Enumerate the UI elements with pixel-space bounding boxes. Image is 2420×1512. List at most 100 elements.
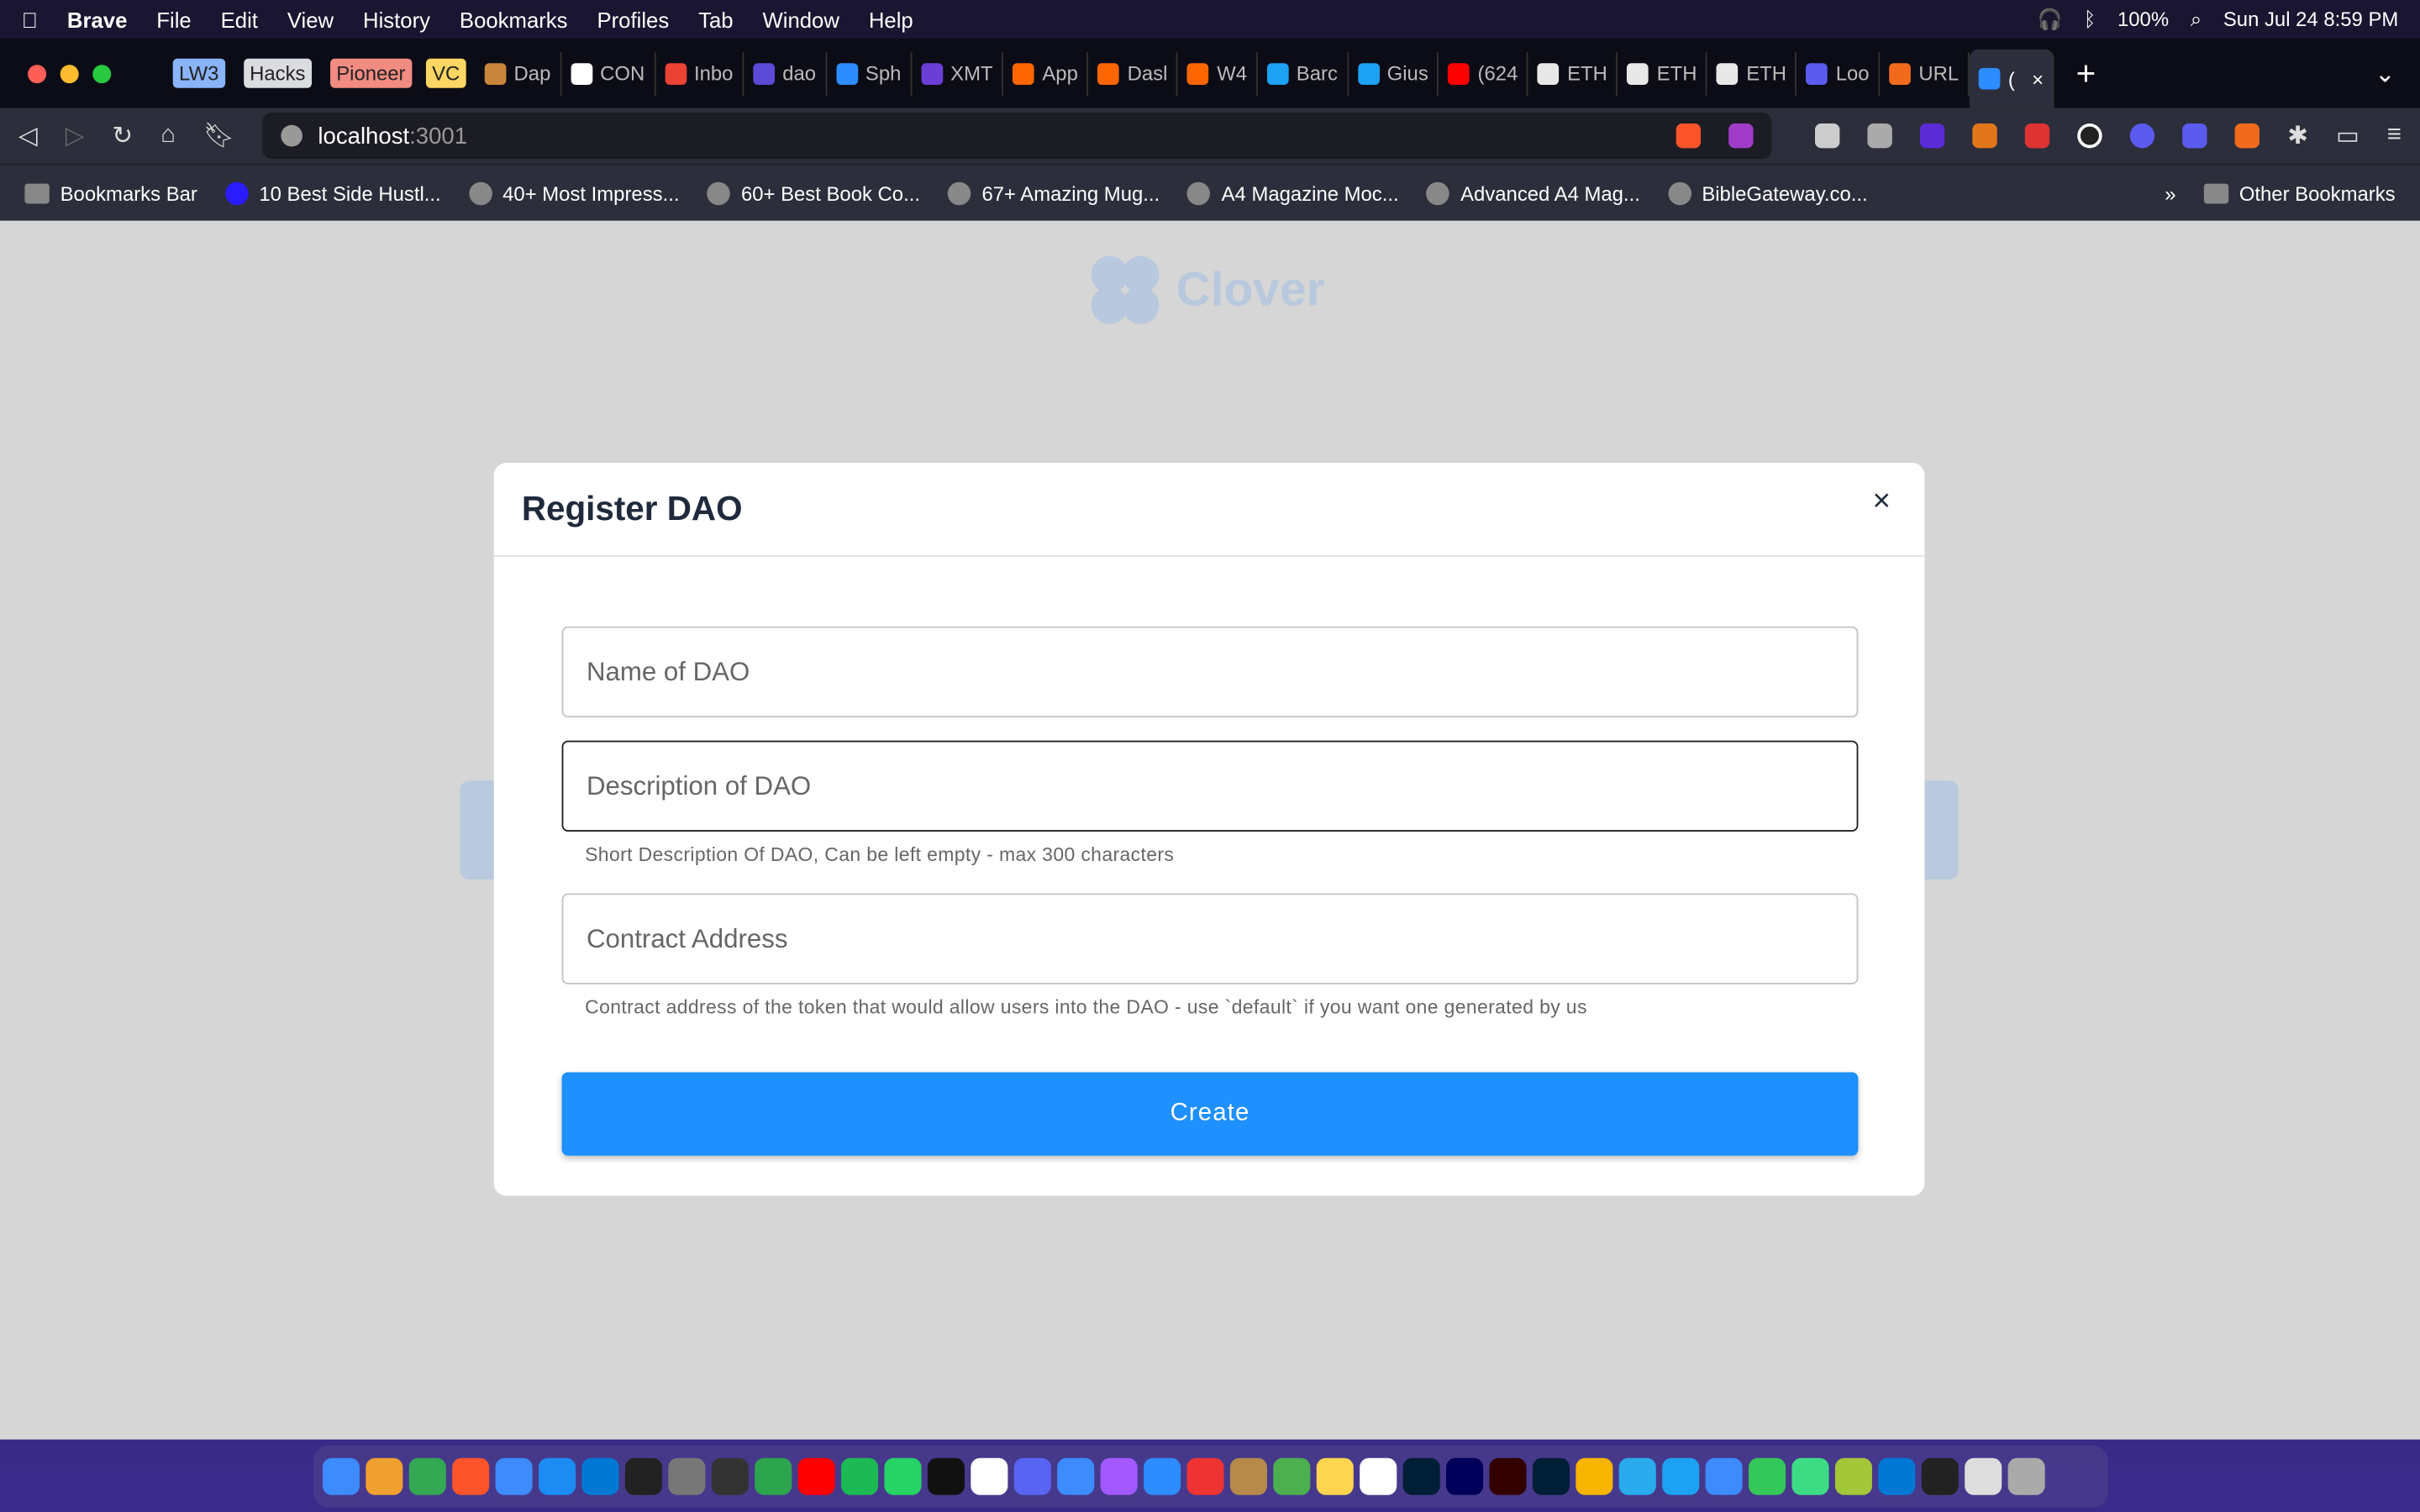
menu-bookmarks[interactable]: Bookmarks — [460, 7, 568, 31]
brave-rewards-icon[interactable] — [1728, 123, 1754, 149]
dao-name-input[interactable]: Name of DAO — [561, 626, 1859, 718]
apple-icon[interactable]:  — [22, 7, 38, 31]
tab-search-chevron-icon[interactable]: ⌄ — [2375, 58, 2396, 89]
dock-app-icon[interactable] — [884, 1457, 922, 1495]
other-bookmarks[interactable]: Other Bookmarks — [2203, 181, 2396, 204]
bluetooth-icon[interactable]: ᛒ — [2084, 8, 2096, 31]
dock-app-icon[interactable] — [581, 1457, 619, 1495]
bookmark-item[interactable]: BibleGateway.co... — [1667, 181, 1868, 205]
dock-app-icon[interactable] — [539, 1457, 576, 1495]
dock-app-icon[interactable] — [711, 1457, 749, 1495]
menu-profiles[interactable]: Profiles — [597, 7, 669, 31]
browser-tab[interactable]: W4 — [1178, 51, 1258, 95]
dock-app-icon[interactable] — [366, 1457, 403, 1495]
browser-tab[interactable]: Gius — [1349, 51, 1439, 95]
bookmark-item[interactable]: Bookmarks Bar — [24, 181, 197, 204]
dock-app-icon[interactable] — [1057, 1457, 1095, 1495]
browser-tab[interactable]: ETH — [1528, 51, 1618, 95]
browser-tab[interactable]: Dap — [476, 51, 562, 95]
browser-tab[interactable]: CON — [561, 51, 656, 95]
search-icon[interactable]: ⌕ — [2191, 7, 2202, 31]
extension-ghost-icon[interactable] — [2129, 123, 2155, 149]
extensions-puzzle-icon[interactable]: ✱ — [2287, 120, 2308, 151]
menu-app-brave[interactable]: Brave — [67, 7, 127, 31]
bookmark-item[interactable]: 10 Best Side Hustl... — [224, 181, 441, 205]
dock-app-icon[interactable] — [1402, 1457, 1440, 1495]
contract-address-input[interactable]: Contract Address — [561, 893, 1859, 984]
create-button[interactable]: Create — [561, 1072, 1859, 1156]
browser-tab[interactable]: Loo — [1797, 51, 1881, 95]
bookmark-item[interactable]: 67+ Amazing Mug... — [948, 181, 1160, 205]
dock-app-icon[interactable] — [2007, 1457, 2045, 1495]
new-tab-button[interactable]: + — [2076, 53, 2096, 93]
bookmark-icon[interactable]: 🔖︎ — [203, 120, 234, 151]
menu-window[interactable]: Window — [762, 7, 839, 31]
dock-app-icon[interactable] — [1749, 1457, 1786, 1495]
dock-app-icon[interactable] — [927, 1457, 965, 1495]
extension-v-icon[interactable] — [1867, 123, 1893, 149]
reload-button[interactable]: ↻ — [112, 120, 133, 151]
dock-app-icon[interactable] — [1144, 1457, 1181, 1495]
dock-app-icon[interactable] — [1662, 1457, 1700, 1495]
dock-app-icon[interactable] — [1965, 1457, 2002, 1495]
dock-app-icon[interactable] — [797, 1457, 835, 1495]
dock-app-icon[interactable] — [495, 1457, 533, 1495]
close-icon[interactable]: × — [1873, 485, 1891, 520]
dao-description-input[interactable]: Description of DAO — [561, 740, 1859, 832]
extension-badge-icon[interactable] — [1920, 123, 1945, 149]
dock-app-icon[interactable] — [1446, 1457, 1484, 1495]
dock-app-icon[interactable] — [1532, 1457, 1570, 1495]
dock-app-icon[interactable] — [1100, 1457, 1138, 1495]
browser-tab[interactable]: XMT — [912, 51, 1004, 95]
dock-app-icon[interactable] — [1360, 1457, 1397, 1495]
browser-tab[interactable]: (× — [1970, 49, 2054, 108]
metamask-icon[interactable] — [1972, 123, 1997, 149]
bookmark-item[interactable]: 40+ Most Impress... — [468, 181, 679, 205]
brave-shields-icon[interactable] — [1676, 123, 1702, 149]
dock-app-icon[interactable] — [841, 1457, 879, 1495]
dock-app-icon[interactable] — [1013, 1457, 1051, 1495]
dock-app-icon[interactable] — [1791, 1457, 1829, 1495]
site-info-icon[interactable] — [281, 124, 303, 147]
browser-tab[interactable]: ETH — [1707, 51, 1797, 95]
dock-app-icon[interactable] — [1834, 1457, 1872, 1495]
browser-tab[interactable]: Pioneer — [321, 52, 417, 95]
menu-icon[interactable]: ≡ — [2387, 122, 2402, 150]
home-button[interactable]: ⌂ — [160, 122, 176, 150]
dock-app-icon[interactable] — [624, 1457, 662, 1495]
bookmark-item[interactable]: A4 Magazine Moc... — [1187, 181, 1399, 205]
browser-tab[interactable]: URL — [1880, 51, 1970, 95]
close-window-button[interactable] — [28, 64, 47, 83]
browser-tab[interactable]: Barc — [1258, 51, 1349, 95]
menu-view[interactable]: View — [287, 7, 334, 31]
forward-button[interactable]: ▷ — [66, 120, 85, 151]
dock-app-icon[interactable] — [1705, 1457, 1743, 1495]
browser-tab[interactable]: Hacks — [234, 52, 321, 95]
clock[interactable]: Sun Jul 24 8:59 PM — [2223, 8, 2398, 31]
dock-app-icon[interactable] — [1273, 1457, 1311, 1495]
menu-file[interactable]: File — [156, 7, 191, 31]
menu-help[interactable]: Help — [869, 7, 913, 31]
dock-app-icon[interactable] — [408, 1457, 446, 1495]
extension-star-icon[interactable] — [2182, 123, 2207, 149]
browser-tab[interactable]: Inbo — [655, 51, 744, 95]
browser-tab[interactable]: VC — [417, 52, 476, 95]
extension-pen-icon[interactable] — [1815, 123, 1840, 149]
react-devtools-icon[interactable] — [2025, 123, 2050, 149]
bookmark-item[interactable]: 60+ Best Book Co... — [707, 181, 920, 205]
back-button[interactable]: ◁ — [18, 120, 38, 151]
minimize-window-button[interactable] — [60, 64, 79, 83]
extension-circle-icon[interactable] — [2077, 123, 2102, 149]
browser-tab[interactable]: Sph — [827, 51, 913, 95]
close-tab-icon[interactable]: × — [2032, 67, 2044, 91]
dock-app-icon[interactable] — [1921, 1457, 1959, 1495]
browser-tab[interactable]: LW3 — [164, 52, 234, 95]
address-bar[interactable]: localhost:3001 — [262, 113, 1772, 160]
headphones-icon[interactable]: 🎧 — [2037, 7, 2062, 31]
zoom-window-button[interactable] — [92, 64, 112, 83]
browser-tab[interactable]: Dasl — [1089, 51, 1179, 95]
bookmarks-more-button[interactable]: » — [2165, 181, 2175, 205]
browser-tab[interactable]: dao — [744, 51, 827, 95]
browser-tab[interactable]: ETH — [1618, 51, 1708, 95]
battery-percent[interactable]: 100% — [2118, 8, 2169, 31]
